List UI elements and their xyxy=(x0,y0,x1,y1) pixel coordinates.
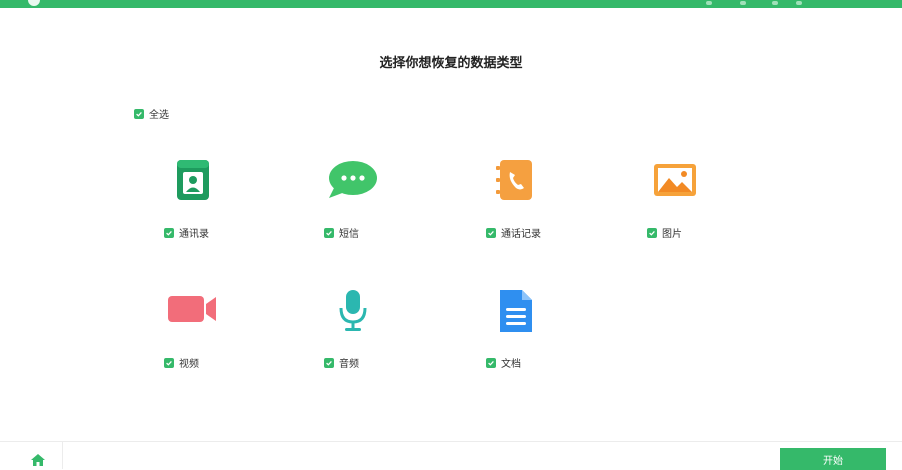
title-bar xyxy=(0,0,902,8)
video-icon[interactable] xyxy=(166,292,218,326)
image-icon[interactable] xyxy=(652,162,698,198)
audio-checkbox[interactable]: 音频 xyxy=(324,355,359,370)
pin-icon[interactable] xyxy=(706,1,712,5)
app-logo xyxy=(28,0,40,6)
call-log-label: 通话记录 xyxy=(501,229,541,240)
checkbox-checked-icon xyxy=(647,227,657,238)
select-all-label: 全选 xyxy=(149,110,169,121)
checkbox-checked-icon xyxy=(164,227,174,238)
checkbox-checked-icon xyxy=(324,227,334,238)
message-checkbox[interactable]: 短信 xyxy=(324,225,359,240)
select-all-checkbox[interactable]: 全选 xyxy=(134,106,169,121)
microphone-icon[interactable] xyxy=(336,288,370,334)
document-label: 文档 xyxy=(501,359,521,370)
checkbox-checked-icon xyxy=(486,357,496,368)
footer-divider xyxy=(0,441,902,442)
document-icon[interactable] xyxy=(496,288,536,334)
call-log-checkbox[interactable]: 通话记录 xyxy=(486,225,541,240)
start-button[interactable]: 开始 xyxy=(780,448,886,470)
contacts-icon[interactable] xyxy=(174,158,212,202)
home-button[interactable] xyxy=(0,442,63,469)
maximize-icon[interactable] xyxy=(796,1,802,5)
home-icon xyxy=(31,454,45,466)
document-checkbox[interactable]: 文档 xyxy=(486,355,521,370)
message-label: 短信 xyxy=(339,229,359,240)
image-label: 图片 xyxy=(662,229,682,240)
image-checkbox[interactable]: 图片 xyxy=(647,225,682,240)
minimize-icon[interactable] xyxy=(772,1,778,5)
audio-label: 音频 xyxy=(339,359,359,370)
video-checkbox[interactable]: 视频 xyxy=(164,355,199,370)
checkbox-checked-icon xyxy=(324,357,334,368)
video-label: 视频 xyxy=(179,359,199,370)
checkbox-checked-icon xyxy=(134,108,144,119)
contacts-label: 通讯录 xyxy=(179,229,209,240)
call-log-icon[interactable] xyxy=(494,158,536,202)
checkbox-checked-icon xyxy=(164,357,174,368)
contacts-checkbox[interactable]: 通讯录 xyxy=(164,225,209,240)
checkbox-checked-icon xyxy=(486,227,496,238)
page-title: 选择你想恢复的数据类型 xyxy=(379,56,523,71)
message-icon[interactable] xyxy=(327,160,377,200)
menu-icon[interactable] xyxy=(740,1,746,5)
